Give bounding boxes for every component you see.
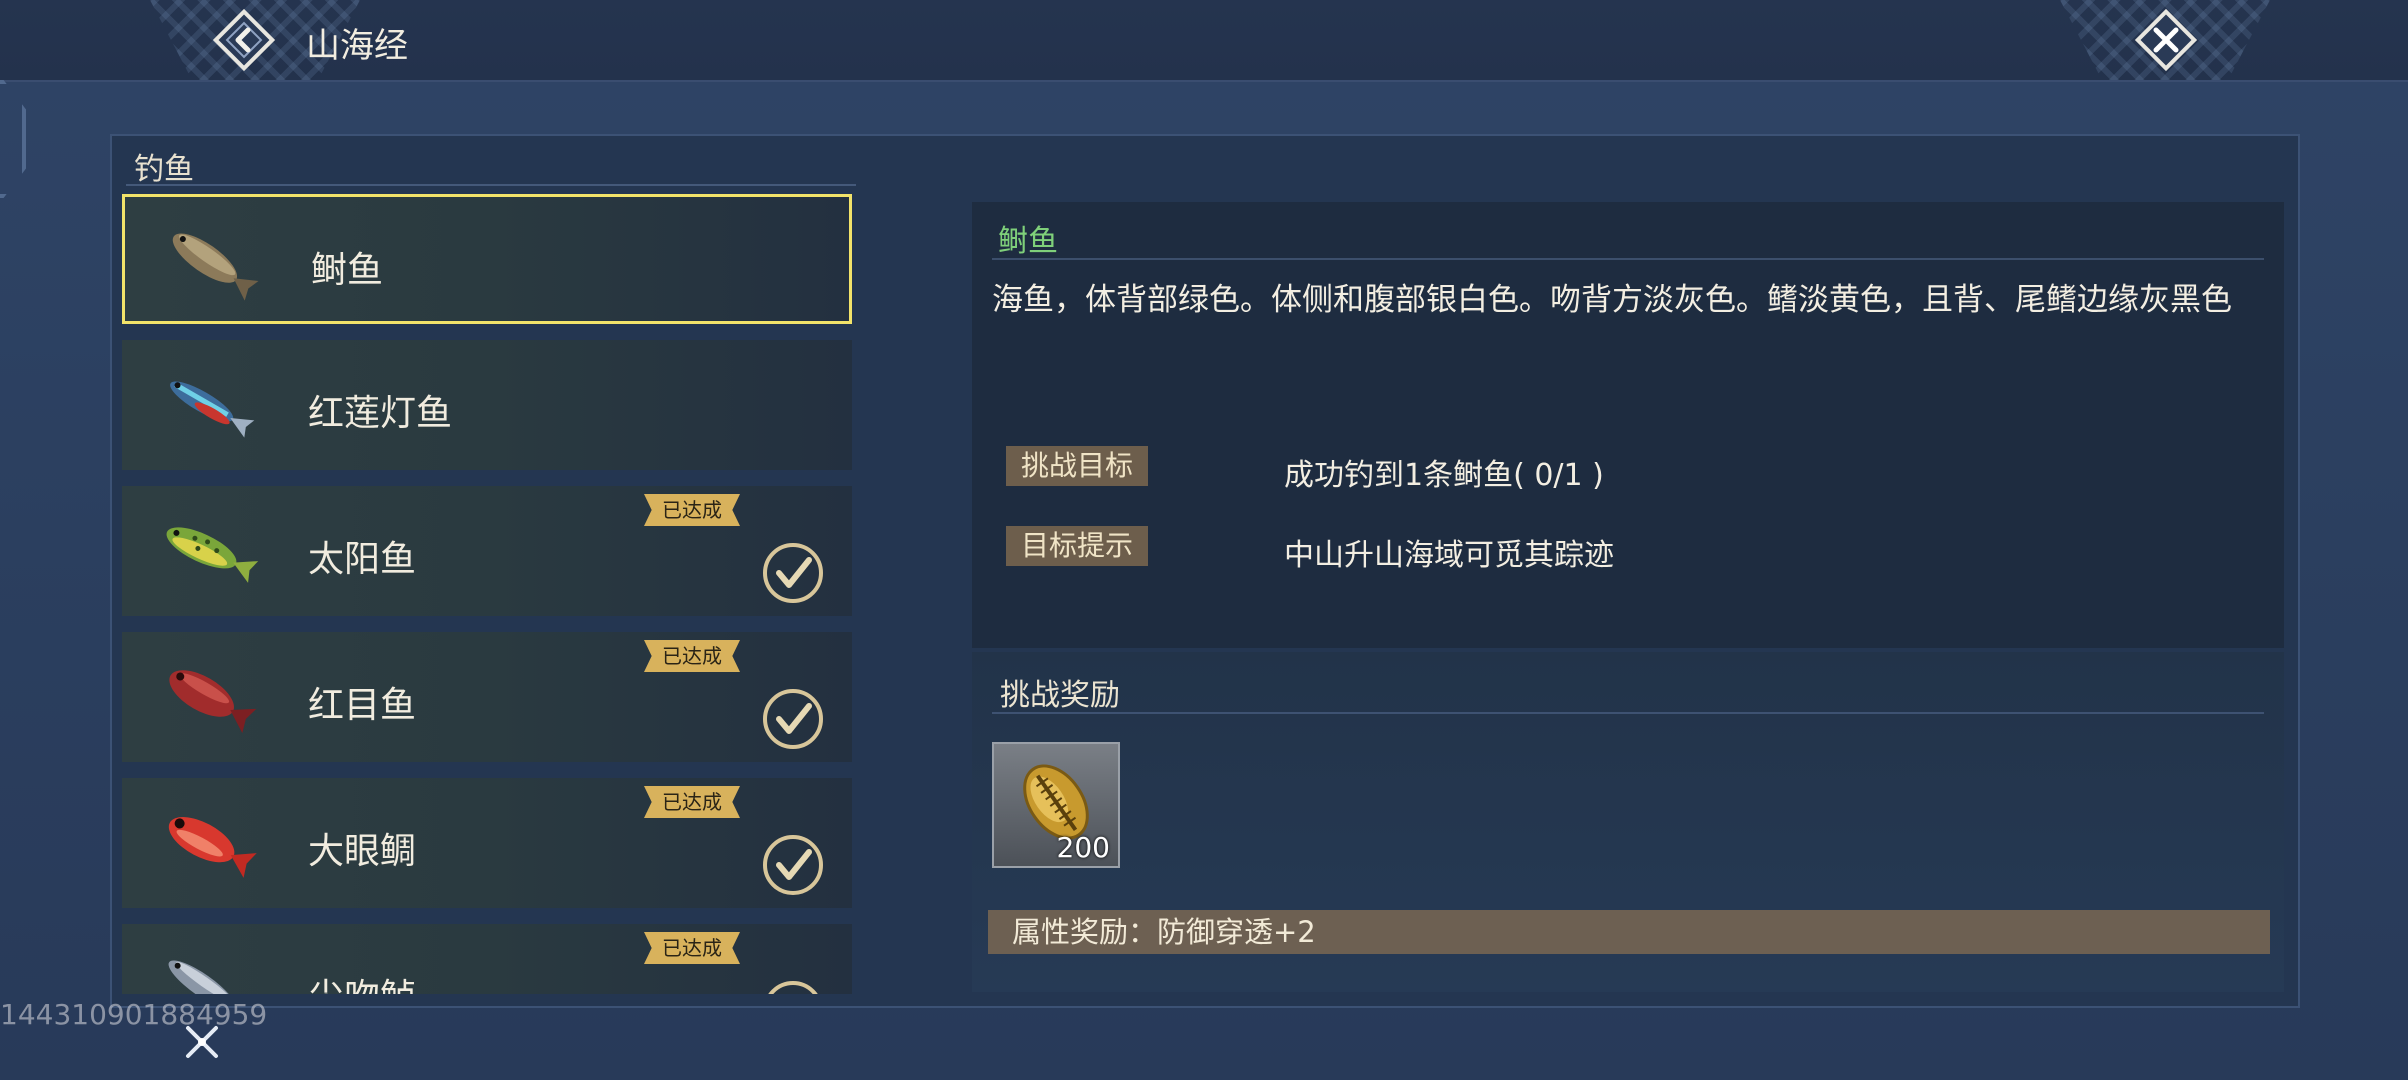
side-tab-decoration [0,80,26,198]
bottom-close-button[interactable] [178,1018,226,1066]
hint-text: 中山升山海域可觅其踪迹 [1284,538,1614,573]
fish-list-item[interactable]: 鲥鱼 [122,194,852,324]
goal-label: 挑战目标 [1006,446,1148,486]
checkmark-icon [763,689,823,749]
reward-section: 挑战奖励 200 属性奖励：防御穿透+2 [972,652,2284,992]
fish-icon [166,527,259,583]
fish-icon [169,670,257,734]
section-divider [126,184,856,186]
fish-icon [172,233,259,301]
attribute-reward: 属性奖励：防御穿透+2 [988,910,2270,954]
goal-text: 成功钓到1条鲥鱼( 0/1 ) [1284,458,1604,493]
completed-badge: 已达成 [644,786,740,818]
fish-name: 红莲灯鱼 [308,393,453,434]
fish-icon [170,381,255,438]
fish-detail-card: 鲥鱼 海鱼，体背部绿色。体侧和腹部银白色。吻背方淡灰色。鳍淡黄色，且背、尾鳍边缘… [972,202,2284,648]
fish-icon [168,960,236,994]
completed-badge: 已达成 [644,932,740,964]
detail-fish-name: 鲥鱼 [998,224,1058,259]
fish-list-item[interactable]: 大眼鲷 已达成 [122,778,852,908]
fish-list[interactable]: 鲥鱼 红莲灯鱼 太阳鱼 已达成 红目鱼 已达成 大眼鲷 已达成 已达成 [122,194,858,994]
completed-badge: 已达成 [644,494,740,526]
fish-list-item[interactable]: 尖吻鲈 已达成 [122,924,852,994]
reward-title: 挑战奖励 [1000,678,1120,713]
fish-icon [168,817,257,878]
reward-divider [992,712,2264,714]
reward-item-slot[interactable]: 200 [992,742,1120,868]
fish-list-item[interactable]: 红目鱼 已达成 [122,632,852,762]
checkmark-icon [763,835,823,895]
close-icon [2134,8,2198,72]
back-button[interactable] [212,8,276,72]
reward-quantity: 200 [1056,831,1110,864]
checkmark-icon [768,981,818,994]
fish-name: 太阳鱼 [308,539,417,580]
fish-name: 鲥鱼 [311,250,384,291]
back-arrow-icon [212,8,276,72]
checkmark-icon [763,543,823,603]
fish-name: 大眼鲷 [308,831,417,872]
user-id: 144310901884959 [0,998,268,1031]
fish-description: 海鱼，体背部绿色。体侧和腹部银白色。吻背方淡灰色。鳍淡黄色，且背、尾鳍边缘灰黑色 [992,282,2232,318]
main-panel: 钓鱼 鲥鱼 红莲灯鱼 太阳鱼 已达成 红目鱼 已达成 大眼鲷 已达成 已达成 鲥… [110,134,2300,1008]
completed-badge: 已达成 [644,640,740,672]
detail-divider [992,258,2264,260]
top-bar: 山海经 [0,0,2408,82]
hint-label: 目标提示 [1006,526,1148,566]
section-title: 钓鱼 [134,152,194,187]
close-button[interactable] [2132,6,2200,74]
page-title: 山海经 [306,26,408,66]
fish-list-item[interactable]: 红莲灯鱼 [122,340,852,470]
fish-name: 红目鱼 [308,685,417,726]
fish-list-item[interactable]: 太阳鱼 已达成 [122,486,852,616]
fish-name: 尖吻鲈 [308,968,416,994]
sparkle-close-icon [186,1026,218,1058]
